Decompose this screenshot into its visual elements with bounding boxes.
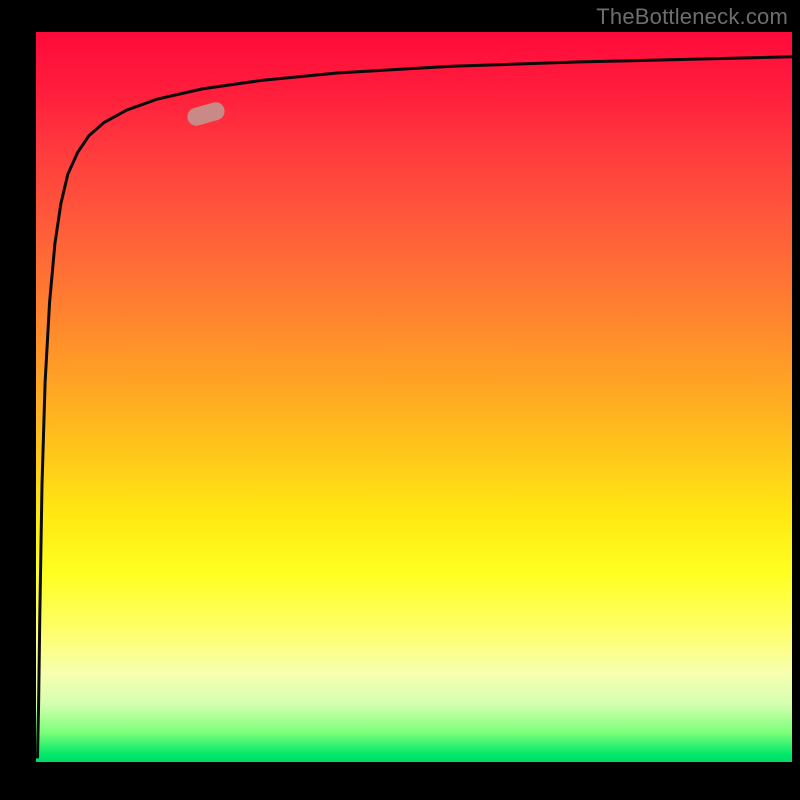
watermark-text: TheBottleneck.com [596,4,788,30]
bottleneck-curve [38,57,793,759]
curve-layer [36,32,792,762]
chart-stage: TheBottleneck.com [0,0,800,800]
